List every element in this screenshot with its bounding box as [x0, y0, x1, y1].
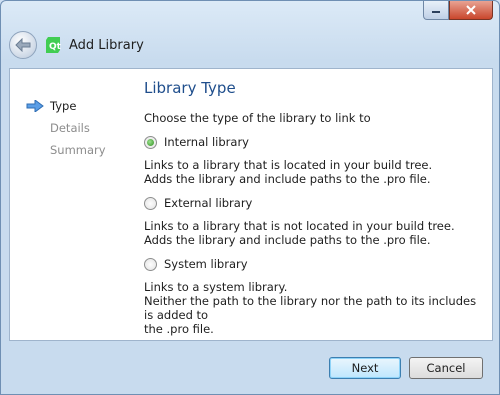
nav-step-label: Summary — [50, 143, 106, 157]
system-library-description: Links to a system library. Neither the p… — [144, 280, 484, 336]
dialog-title: Add Library — [69, 37, 144, 53]
option-label[interactable]: External library — [164, 196, 252, 210]
page-title: Library Type — [144, 79, 236, 97]
nav-step-type: Type — [26, 95, 106, 117]
minimize-button[interactable] — [423, 1, 449, 20]
caption-buttons — [423, 1, 493, 20]
add-library-dialog: Qt Add Library Type Details Summary Libr… — [0, 0, 500, 395]
current-step-arrow-icon — [26, 100, 46, 112]
close-button[interactable] — [449, 1, 493, 20]
internal-library-radio[interactable] — [144, 135, 157, 149]
wizard-header: Qt Add Library — [9, 27, 489, 63]
svg-text:Qt: Qt — [49, 42, 61, 52]
desc-line: Links to a library that is not located i… — [144, 219, 455, 233]
qt-creator-icon: Qt — [46, 37, 61, 53]
desc-line: Adds the library and include paths to th… — [144, 172, 431, 186]
nav-step-label: Details — [50, 121, 90, 135]
next-button[interactable]: Next — [329, 357, 401, 379]
desc-line: Links to a system library. — [144, 280, 288, 294]
desc-line: the .pro file. — [144, 322, 214, 336]
external-library-description: Links to a library that is not located i… — [144, 219, 484, 247]
close-icon — [466, 5, 476, 15]
cancel-button[interactable]: Cancel — [409, 357, 483, 379]
nav-step-details: Details — [26, 117, 106, 139]
option-label[interactable]: System library — [164, 257, 248, 271]
library-type-page: Library Type Choose the type of the libr… — [144, 79, 484, 336]
desc-line: Links to a library that is located in yo… — [144, 158, 433, 172]
wizard-content: Type Details Summary Library Type Choose… — [9, 68, 493, 341]
desc-line: Neither the path to the library nor the … — [144, 294, 477, 322]
internal-library-description: Links to a library that is located in yo… — [144, 158, 484, 186]
back-button[interactable] — [9, 31, 37, 59]
wizard-steps-nav: Type Details Summary — [26, 95, 106, 161]
wizard-footer: Next Cancel — [1, 341, 500, 395]
back-arrow-icon — [15, 38, 31, 52]
external-library-radio[interactable] — [144, 196, 157, 210]
desc-line: Adds the library and include paths to th… — [144, 233, 431, 247]
internal-library-option[interactable]: Internal library — [144, 135, 484, 149]
option-label[interactable]: Internal library — [164, 135, 249, 149]
system-library-option[interactable]: System library — [144, 257, 484, 271]
nav-step-label: Type — [50, 99, 77, 113]
external-library-option[interactable]: External library — [144, 196, 484, 210]
nav-step-summary: Summary — [26, 139, 106, 161]
system-library-radio[interactable] — [144, 257, 157, 271]
page-subtitle: Choose the type of the library to link t… — [144, 111, 371, 125]
minimize-icon — [432, 11, 440, 13]
